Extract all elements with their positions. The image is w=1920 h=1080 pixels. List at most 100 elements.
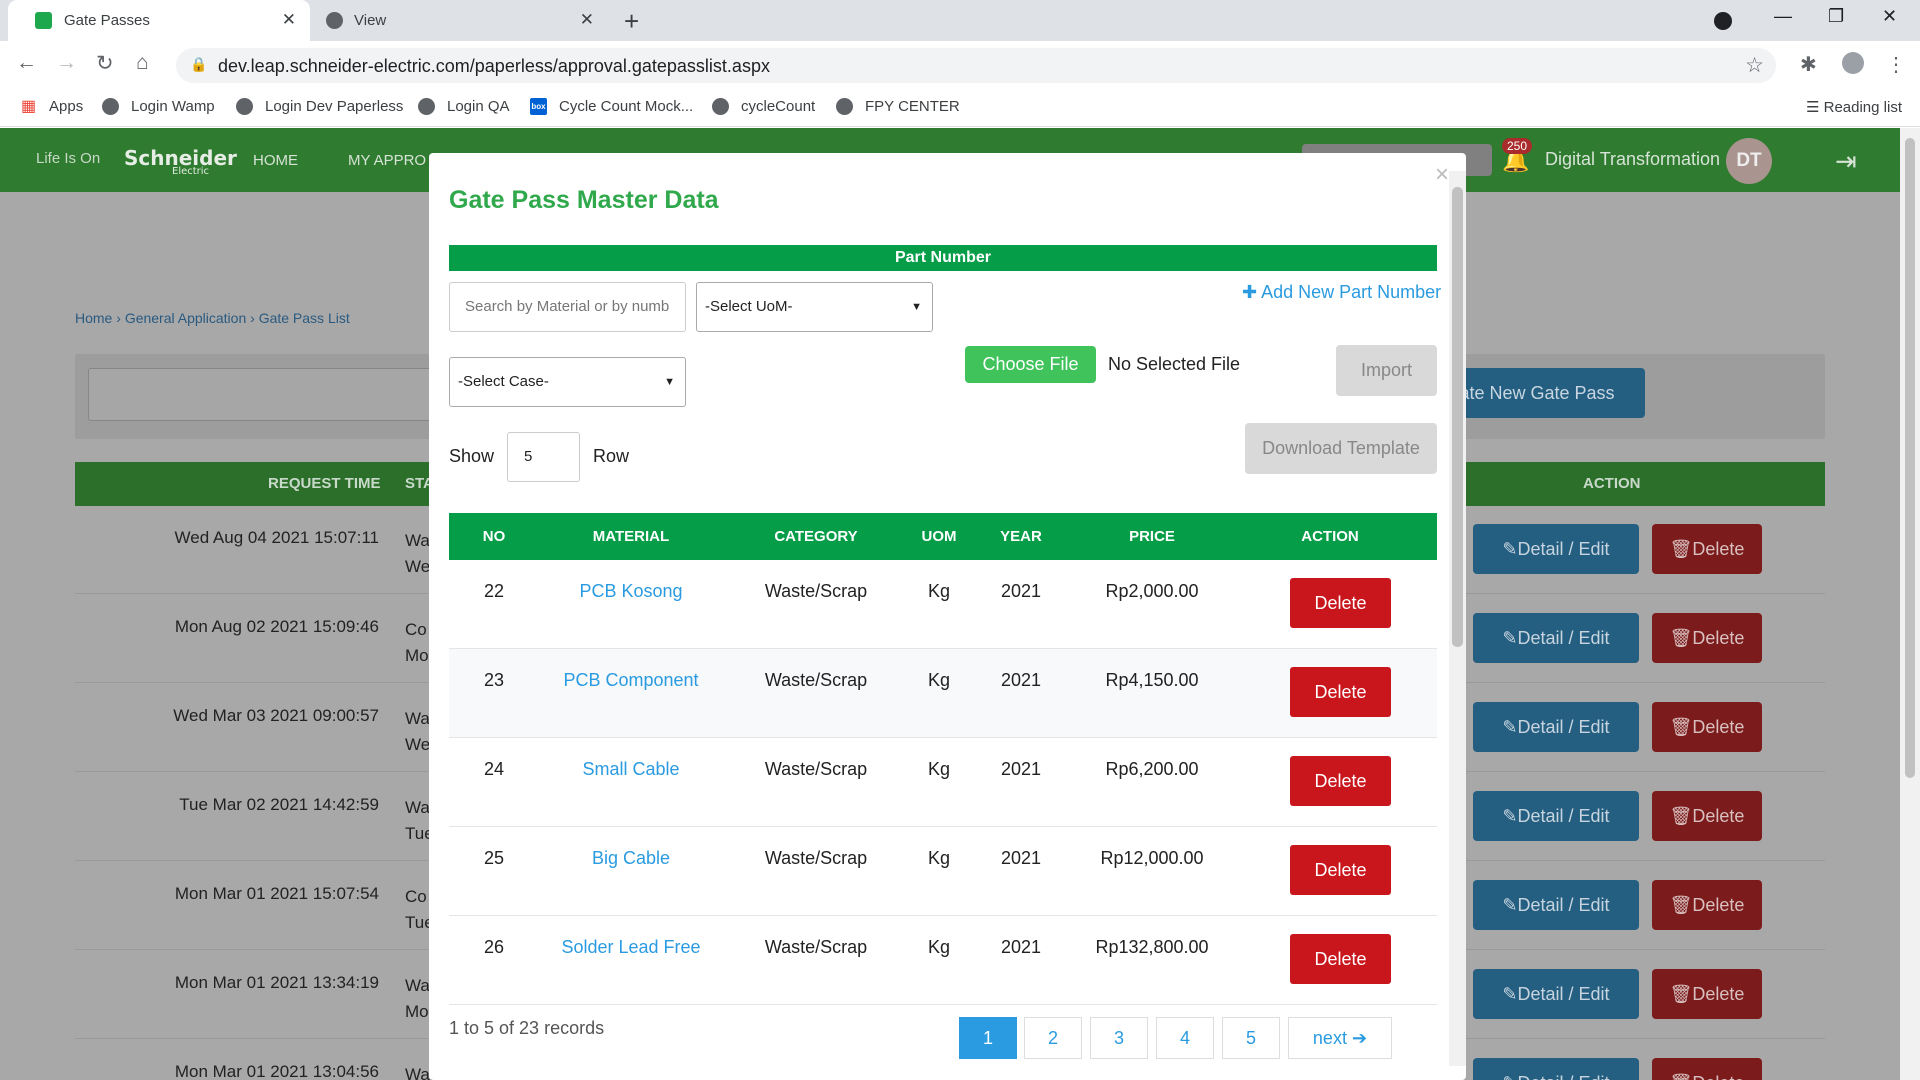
detail-edit-button[interactable]: ✎Detail / Edit: [1473, 969, 1639, 1019]
reading-list[interactable]: ☰ Reading list: [1806, 98, 1902, 116]
detail-edit-button[interactable]: ✎Detail / Edit: [1473, 880, 1639, 930]
scrollbar-thumb[interactable]: [1905, 138, 1915, 778]
page-2-button[interactable]: 2: [1024, 1017, 1082, 1059]
next-page-button[interactable]: next ➔: [1288, 1017, 1392, 1059]
detail-edit-button[interactable]: ✎Detail / Edit: [1473, 791, 1639, 841]
material-link[interactable]: Big Cable: [592, 848, 670, 869]
delete-button[interactable]: 🗑Delete: [1652, 702, 1762, 752]
status-line: Mo: [405, 1002, 429, 1021]
filter-input[interactable]: [88, 368, 488, 421]
breadcrumb-general-application[interactable]: General Application: [125, 310, 246, 326]
profile-icon[interactable]: [1842, 52, 1864, 74]
create-gate-pass-button[interactable]: Create New Gate Pass: [1440, 368, 1645, 418]
detail-edit-button[interactable]: ✎Detail / Edit: [1473, 524, 1639, 574]
selected-file-text: No Selected File: [1108, 354, 1241, 374]
logout-icon[interactable]: ⇥: [1835, 146, 1857, 177]
status-line: Wa: [405, 798, 430, 817]
status: Co Mo: [405, 617, 429, 669]
close-icon[interactable]: ×: [1435, 161, 1449, 189]
bookmark-cycle-count-mock[interactable]: box Cycle Count Mock...: [530, 98, 693, 115]
modal-scrollbar[interactable]: [1449, 171, 1466, 1066]
minimize-icon[interactable]: —: [1774, 6, 1792, 27]
caret-down-icon: ▼: [664, 376, 675, 388]
detail-edit-button[interactable]: ✎Detail / Edit: [1473, 702, 1639, 752]
delete-button[interactable]: 🗑Delete: [1652, 613, 1762, 663]
material-link[interactable]: PCB Kosong: [579, 581, 682, 602]
close-window-icon[interactable]: ✕: [1882, 6, 1897, 27]
delete-button[interactable]: Delete: [1290, 934, 1391, 984]
download-template-button[interactable]: Download Template: [1245, 423, 1437, 474]
nav-my-approval[interactable]: MY APPRO: [348, 152, 426, 169]
search-input[interactable]: Search by Material or by numb: [449, 282, 686, 332]
request-time: Mon Mar 01 2021 13:34:19: [174, 973, 379, 992]
page-1-button[interactable]: 1: [959, 1017, 1017, 1059]
cell-no: 25: [483, 848, 505, 868]
cell-price: Rp132,800.00: [1095, 937, 1209, 957]
avatar[interactable]: DT: [1726, 138, 1772, 184]
address-bar[interactable]: 🔒 dev.leap.schneider-electric.com/paperl…: [176, 48, 1776, 83]
delete-button[interactable]: 🗑Delete: [1652, 791, 1762, 841]
cell-no: 23: [483, 670, 505, 690]
delete-button[interactable]: Delete: [1290, 756, 1391, 806]
delete-button[interactable]: 🗑Delete: [1652, 524, 1762, 574]
cell-uom: Kg: [927, 670, 951, 690]
delete-button[interactable]: 🗑Delete: [1652, 969, 1762, 1019]
status-line: Co: [405, 887, 427, 906]
material-link[interactable]: PCB Component: [563, 670, 698, 691]
bookmark-label: FPY CENTER: [865, 98, 960, 115]
page-3-button[interactable]: 3: [1090, 1017, 1148, 1059]
delete-button[interactable]: Delete: [1290, 667, 1391, 717]
detail-edit-button[interactable]: ✎Detail / Edit: [1473, 613, 1639, 663]
breadcrumb-home[interactable]: Home: [75, 310, 112, 326]
material-link[interactable]: Solder Lead Free: [561, 937, 700, 958]
bookmark-cyclecount[interactable]: cycleCount: [712, 98, 815, 115]
arrow-right-icon: ➔: [1351, 1028, 1368, 1048]
bookmark-login-dev[interactable]: Login Dev Paperless: [236, 98, 403, 115]
bookmark-login-wamp[interactable]: Login Wamp: [102, 98, 215, 115]
page-4-button[interactable]: 4: [1156, 1017, 1214, 1059]
close-tab-icon[interactable]: ✕: [282, 10, 296, 30]
choose-file-button[interactable]: Choose File: [965, 346, 1096, 383]
material-link[interactable]: Small Cable: [582, 759, 679, 780]
close-tab-icon[interactable]: ✕: [580, 10, 594, 30]
detail-edit-label: Detail / Edit: [1517, 628, 1610, 648]
delete-button[interactable]: Delete: [1290, 845, 1391, 895]
uom-select[interactable]: -Select UoM- ▼: [696, 282, 933, 332]
breadcrumb-gate-pass-list[interactable]: Gate Pass List: [259, 310, 350, 326]
restore-icon[interactable]: ❐: [1828, 6, 1844, 27]
forward-icon[interactable]: →: [56, 51, 77, 75]
page-5-button[interactable]: 5: [1222, 1017, 1280, 1059]
import-button[interactable]: Import: [1336, 345, 1437, 396]
add-new-part-number-link[interactable]: ✚ Add New Part Number: [1242, 282, 1441, 303]
page-scrollbar[interactable]: [1900, 128, 1920, 1080]
delete-button[interactable]: 🗑Delete: [1652, 1058, 1762, 1080]
back-icon[interactable]: ←: [16, 51, 37, 75]
bookmark-star-icon[interactable]: ☆: [1745, 53, 1764, 78]
table-row: 23 PCB Component Waste/Scrap Kg 2021 Rp4…: [449, 649, 1437, 738]
status-line: Wa: [405, 709, 430, 728]
delete-label: Delete: [1692, 1073, 1744, 1080]
tab-search-icon[interactable]: [1714, 12, 1732, 30]
user-name[interactable]: Digital Transformation: [1545, 149, 1720, 170]
bookmark-fpy-center[interactable]: FPY CENTER: [836, 98, 960, 115]
case-select[interactable]: -Select Case- ▼: [449, 357, 686, 407]
tab-view[interactable]: View ✕: [312, 0, 608, 41]
menu-icon[interactable]: ⋮: [1886, 52, 1906, 77]
extensions-icon[interactable]: ✱: [1800, 52, 1817, 77]
bookmark-apps[interactable]: ▦ Apps: [20, 98, 83, 115]
scrollbar-thumb[interactable]: [1452, 187, 1463, 647]
tab-gate-passes[interactable]: Gate Passes ✕: [8, 0, 310, 41]
brand-logo[interactable]: Schneider Electric: [124, 146, 237, 177]
table-row: 22 PCB Kosong Waste/Scrap Kg 2021 Rp2,00…: [449, 560, 1437, 649]
reload-icon[interactable]: ↻: [96, 51, 114, 76]
bookmark-login-qa[interactable]: Login QA: [418, 98, 510, 115]
tab-label: Gate Passes: [64, 12, 150, 29]
delete-button[interactable]: Delete: [1290, 578, 1391, 628]
new-tab-icon[interactable]: +: [624, 6, 639, 37]
home-icon[interactable]: ⌂: [136, 51, 149, 75]
nav-home[interactable]: HOME: [253, 152, 298, 169]
rows-per-page-input[interactable]: 5: [507, 432, 580, 482]
detail-edit-button[interactable]: ✎Detail / Edit: [1473, 1058, 1639, 1080]
status: Wa We: [405, 528, 430, 580]
delete-button[interactable]: 🗑Delete: [1652, 880, 1762, 930]
